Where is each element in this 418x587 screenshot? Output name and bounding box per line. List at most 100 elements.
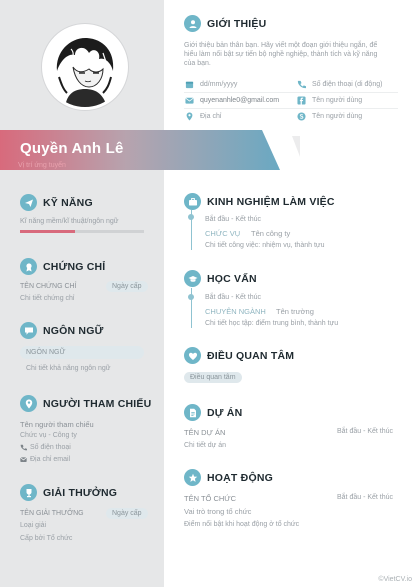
references-title: NGƯỜI THAM CHIẾU <box>43 397 152 410</box>
skype-row: Tên người dùng <box>297 112 362 121</box>
reference-phone-row: Số điện thoại <box>20 444 71 451</box>
languages-heading: NGÔN NGỮ <box>20 322 103 339</box>
phone-icon <box>297 80 306 89</box>
avatar-illustration <box>45 27 125 107</box>
activity-detail: Điểm nổi bật khi hoạt động ở tổ chức <box>184 521 300 528</box>
address-value: Địa chỉ <box>200 113 222 120</box>
education-heading: HỌC VẤN <box>184 270 257 287</box>
facebook-icon <box>297 96 306 105</box>
education-period: Bắt đầu - Kết thúc <box>205 294 262 301</box>
birthday-value: dd/mm/yyyy <box>200 81 238 88</box>
activity-role: Vai trò trong tổ chức <box>184 507 252 516</box>
projects-heading: DỰ ÁN <box>184 404 242 421</box>
skill-item: Kĩ năng mềm/kĩ thuật/ngôn ngữ <box>20 218 119 225</box>
cv-page: Quyền Anh Lê Vị trí ứng tuyển GIỚI THIỆU… <box>0 0 418 587</box>
experience-company: Tên công ty <box>251 229 291 238</box>
briefcase-icon <box>184 193 201 210</box>
graduation-cap-icon <box>184 270 201 287</box>
language-bubble-icon <box>20 322 37 339</box>
education-title: HỌC VẤN <box>207 272 257 285</box>
experience-heading: KINH NGHIỆM LÀM VIỆC <box>184 193 335 210</box>
activity-period: Bắt đầu - Kết thúc <box>337 494 394 501</box>
location-pin-icon <box>185 112 194 121</box>
certificate-detail: Chi tiết chứng chỉ <box>20 295 75 302</box>
experience-period: Bắt đầu - Kết thúc <box>205 216 262 223</box>
intro-text-line3: của bạn. <box>184 60 211 67</box>
footer-brand: ©VietCV.io <box>378 576 412 583</box>
phone-row: Số điện thoại (di động) <box>297 80 382 89</box>
project-period: Bắt đầu - Kết thúc <box>337 428 394 435</box>
references-heading: NGƯỜI THAM CHIẾU <box>20 395 151 412</box>
skill-level-bar <box>20 230 144 233</box>
intro-heading: GIỚI THIỆU <box>184 15 266 32</box>
contact-divider <box>184 108 398 109</box>
activities-title: HOẠT ĐỘNG <box>207 471 273 484</box>
email-row: quyenanhle0@gmail.com <box>185 96 279 105</box>
experience-timeline-dot <box>188 214 194 220</box>
reference-phone: Số điện thoại <box>30 444 71 451</box>
activities-heading: HOẠT ĐỘNG <box>184 469 273 486</box>
intro-text-line1: Giới thiệu bản thân bạn. Hãy viết một đo… <box>184 42 378 49</box>
experience-detail: Chi tiết công việc: nhiệm vụ, thành tựu <box>205 242 325 249</box>
phone-icon <box>20 444 27 451</box>
award-name: TÊN GIẢI THƯỞNG <box>20 510 84 517</box>
certificates-title: CHỨNG CHỈ <box>43 260 106 273</box>
reference-name: Tên người tham chiếu <box>20 420 94 429</box>
address-row: Địa chỉ <box>185 112 221 121</box>
project-detail: Chi tiết dự án <box>184 442 227 449</box>
award-type: Loại giải <box>20 522 47 529</box>
projects-title: DỰ ÁN <box>207 406 243 419</box>
birthday-row: dd/mm/yyyy <box>185 80 237 89</box>
location-reference-icon <box>20 395 37 412</box>
skill-level-fill <box>20 230 75 233</box>
certificate-icon <box>20 258 37 275</box>
skills-title: KỸ NĂNG <box>43 196 93 209</box>
project-name: TÊN DỰ ÁN <box>184 428 226 437</box>
education-detail: Chi tiết học tập: điểm trung bình, thành… <box>205 320 339 327</box>
education-major: CHUYÊN NGÀNH <box>205 307 266 316</box>
award-date-badge: Ngày cấp <box>106 508 148 519</box>
facebook-value: Tên người dùng <box>312 97 363 104</box>
languages-title: NGÔN NGỮ <box>43 324 104 337</box>
skills-heading: KỸ NĂNG <box>20 194 93 211</box>
person-icon <box>184 15 201 32</box>
activity-organization: TÊN TỔ CHỨC <box>184 494 237 503</box>
experience-role: CHỨC VỤ <box>205 229 241 238</box>
mail-icon <box>185 96 194 105</box>
document-icon <box>184 404 201 421</box>
calendar-icon <box>185 80 194 89</box>
interest-badge: Điều quan tâm <box>184 372 242 383</box>
awards-title: GIẢI THƯỞNG <box>43 486 118 499</box>
candidate-name: Quyền Anh Lê <box>20 140 124 157</box>
mail-icon <box>20 456 27 463</box>
intro-title: GIỚI THIỆU <box>207 17 267 30</box>
reference-email-row: Địa chỉ email <box>20 456 70 463</box>
paper-plane-icon <box>20 194 37 211</box>
trophy-icon <box>20 484 37 501</box>
education-school: Tên trường <box>276 307 314 316</box>
certificate-date-badge: Ngày cấp <box>106 281 148 292</box>
skype-icon <box>297 112 306 121</box>
interests-heading: ĐIỀU QUAN TÂM <box>184 347 294 364</box>
facebook-row: Tên người dùng <box>297 96 362 105</box>
position-placeholder: Vị trí ứng tuyển <box>18 162 66 169</box>
star-icon <box>184 469 201 486</box>
reference-email: Địa chỉ email <box>30 456 71 463</box>
intro-text-line2: hiểu làm nổi bật sự tiến bộ nghề nghiệp,… <box>184 51 378 58</box>
reference-role: Chức vụ - Công ty <box>20 432 77 439</box>
heart-icon <box>184 347 201 364</box>
language-name-badge: NGÔN NGỮ <box>20 346 144 359</box>
award-issuer: Cấp bởi Tổ chức <box>20 535 73 542</box>
contact-divider <box>184 92 398 93</box>
interests-title: ĐIỀU QUAN TÂM <box>207 349 295 362</box>
awards-heading: GIẢI THƯỞNG <box>20 484 117 501</box>
education-timeline-dot <box>188 294 194 300</box>
certificate-name: TÊN CHỨNG CHỈ <box>20 283 77 290</box>
email-value[interactable]: quyenanhle0@gmail.com <box>200 97 279 104</box>
avatar <box>42 24 128 110</box>
phone-value: Số điện thoại (di động) <box>312 81 383 88</box>
certificates-heading: CHỨNG CHỈ <box>20 258 105 275</box>
experience-title: KINH NGHIỆM LÀM VIỆC <box>207 195 335 208</box>
skype-value: Tên người dùng <box>312 113 363 120</box>
language-detail: Chi tiết khả năng ngôn ngữ <box>26 365 111 372</box>
